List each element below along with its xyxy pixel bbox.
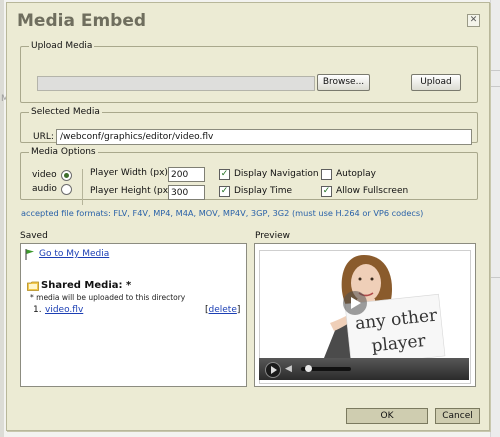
options-divider [82, 169, 83, 205]
audio-radio[interactable] [61, 184, 72, 195]
display-time-checkbox[interactable]: ✓ [219, 186, 230, 197]
media-options-group: Media Options video audio Player Width (… [20, 147, 478, 205]
delete-link[interactable]: [delete] [205, 305, 240, 315]
upload-media-group: Upload Media Browse... Upload [20, 41, 478, 103]
selected-media-group: Selected Media URL: [20, 107, 478, 145]
url-input[interactable] [56, 129, 472, 145]
browse-button[interactable]: Browse... [317, 74, 370, 91]
background-line [491, 70, 500, 71]
dialog-titlebar[interactable]: Media Embed ✕ [7, 3, 489, 37]
saved-pane: Go to My Media Shared Media: * * media w… [20, 243, 247, 387]
player-width-input[interactable] [168, 167, 205, 182]
url-label: URL: [33, 132, 54, 142]
autoplay-checkbox[interactable] [321, 169, 332, 180]
go-to-my-media-link[interactable]: Go to My Media [39, 249, 109, 259]
saved-title: Saved [20, 231, 48, 241]
flag-icon [25, 249, 34, 260]
video-radio[interactable] [61, 170, 72, 181]
shared-media-title: Shared Media: * [41, 280, 132, 291]
player-height-label: Player Height (px) [90, 186, 172, 196]
selected-media-legend: Selected Media [31, 107, 100, 117]
allow-fullscreen-label: Allow Fullscreen [336, 186, 409, 196]
upload-media-legend: Upload Media [31, 41, 93, 51]
audio-radio-label: audio [32, 184, 57, 194]
video-radio-label: video [32, 170, 57, 180]
player-width-label: Player Width (px) [90, 168, 168, 178]
video-controls: ◀ [259, 358, 469, 380]
upload-button[interactable]: Upload [411, 74, 461, 91]
allow-fullscreen-checkbox[interactable]: ✓ [321, 186, 332, 197]
preview-pane: any other player ◀ [254, 243, 476, 387]
background-line [491, 277, 500, 278]
accepted-formats-text: accepted file formats: FLV, F4V, MP4, M4… [21, 208, 424, 218]
play-icon[interactable] [265, 362, 281, 378]
background-line [491, 86, 500, 87]
display-time-label: Display Time [234, 186, 293, 196]
dialog-title: Media Embed [17, 11, 147, 31]
close-icon[interactable]: ✕ [467, 14, 480, 27]
folder-icon [27, 281, 39, 291]
autoplay-label: Autoplay [336, 169, 376, 179]
preview-title: Preview [255, 231, 291, 241]
saved-item-link[interactable]: video.flv [45, 305, 83, 315]
upload-file-field[interactable] [37, 76, 315, 91]
display-navigation-checkbox[interactable]: ✓ [219, 169, 230, 180]
media-options-legend: Media Options [31, 147, 96, 157]
player-height-input[interactable] [168, 185, 205, 200]
volume-icon[interactable]: ◀ [285, 364, 295, 374]
ok-button[interactable]: OK [346, 408, 428, 424]
display-navigation-label: Display Navigation [234, 169, 319, 179]
cancel-button[interactable]: Cancel [435, 408, 480, 424]
media-embed-dialog: Media Embed ✕ Upload Media Browse... Upl… [6, 2, 490, 431]
shared-media-note: * media will be uploaded to this directo… [30, 293, 186, 302]
background-page-edge [0, 0, 4, 437]
background-page-right [490, 0, 500, 437]
saved-item-number: 1. [33, 305, 42, 315]
seek-handle[interactable] [305, 365, 312, 372]
delete-link-label[interactable]: delete [209, 305, 237, 315]
